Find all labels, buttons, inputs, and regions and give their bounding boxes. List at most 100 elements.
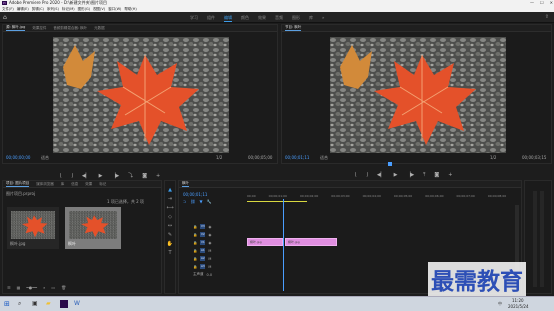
premiere-taskbar-icon[interactable] xyxy=(60,300,68,308)
lock-icon[interactable]: 🔒 xyxy=(193,233,197,237)
insert-icon[interactable]: ⤵ xyxy=(128,172,133,179)
add-button-icon[interactable]: + xyxy=(156,173,160,179)
lock-icon[interactable]: 🔒 xyxy=(193,257,197,261)
task-view-icon[interactable]: ▣ xyxy=(32,300,38,307)
program-timecode[interactable]: 00;00;01;11 xyxy=(285,155,309,160)
time-ruler[interactable]: 00;00 00;00;01;00 00;00;02;00 00;00;03;0… xyxy=(247,194,517,198)
mute-icon[interactable]: M xyxy=(208,257,211,261)
selection-tool-icon[interactable]: ▲ xyxy=(167,187,174,194)
camera-icon[interactable]: ◙ xyxy=(434,172,439,178)
play-icon[interactable]: ▶ xyxy=(99,173,103,179)
pen-tool-icon[interactable]: ✎ xyxy=(167,232,174,239)
workspace-tab-graphics[interactable]: 图形 xyxy=(292,15,300,22)
timeline-timecode[interactable]: 00;00;01;11 xyxy=(183,192,207,197)
word-taskbar-icon[interactable]: W xyxy=(74,300,80,307)
list-view-icon[interactable]: ☰ xyxy=(7,285,11,290)
clock-date[interactable]: 2021/5/24 xyxy=(508,304,529,309)
ime-indicator[interactable]: 中 xyxy=(498,301,502,307)
tab-effect-controls[interactable]: 效果控件 xyxy=(32,26,46,31)
lock-icon[interactable]: 🔒 xyxy=(193,225,197,229)
tab-markers[interactable]: 标记 xyxy=(99,182,106,187)
track-target-v1[interactable]: V1 xyxy=(200,240,206,245)
mark-in-icon[interactable]: ⌊ xyxy=(355,172,357,178)
project-item[interactable]: 枫叶.jpg xyxy=(7,207,59,249)
menu-sequence[interactable]: 序列(S) xyxy=(47,7,59,12)
playhead[interactable] xyxy=(283,199,284,291)
step-forward-icon[interactable]: ▕▶ xyxy=(111,173,119,179)
source-resolution-select[interactable]: 1/2 xyxy=(216,155,222,160)
lock-icon[interactable]: 🔒 xyxy=(193,265,197,269)
workspace-tab-effects[interactable]: 效果 xyxy=(258,15,266,22)
lock-icon[interactable]: 🔒 xyxy=(193,241,197,245)
timeline-clip[interactable]: 枫叶.jpg xyxy=(285,238,337,246)
tab-effects[interactable]: 效果 xyxy=(85,182,92,187)
work-area-bar[interactable] xyxy=(247,201,307,202)
workspace-tab-editing[interactable]: 编辑 xyxy=(224,15,232,22)
menu-help[interactable]: 帮助(H) xyxy=(124,7,136,12)
new-bin-icon[interactable]: ▭ xyxy=(51,285,55,290)
track-target-v3[interactable]: V3 xyxy=(200,224,206,229)
source-timecode[interactable]: 00;00;00;00 xyxy=(6,155,30,160)
windows-start-icon[interactable]: ⊞ xyxy=(4,300,10,308)
step-forward-icon[interactable]: ▕▶ xyxy=(406,172,414,178)
tab-source[interactable]: 源: 枫叶.jpg xyxy=(6,25,26,31)
file-explorer-icon[interactable]: ▰ xyxy=(46,300,51,307)
track-target-a2[interactable]: A2 xyxy=(200,256,206,261)
icon-view-icon[interactable]: ▦ xyxy=(17,285,21,290)
menu-graphics[interactable]: 图形(G) xyxy=(78,7,90,12)
workspace-tab-assembly[interactable]: 组件 xyxy=(207,15,215,22)
trash-icon[interactable]: 🗑 xyxy=(61,285,66,290)
track-select-tool-icon[interactable]: ⇥ xyxy=(167,196,174,203)
menu-window[interactable]: 窗口(W) xyxy=(108,7,121,12)
search-icon[interactable]: ⌕ xyxy=(43,285,45,290)
mark-in-icon[interactable]: ⌊ xyxy=(60,173,62,179)
program-resolution-select[interactable]: 1/2 xyxy=(490,155,496,160)
menu-file[interactable]: 文件(F) xyxy=(2,7,14,12)
mute-icon[interactable]: M xyxy=(208,265,211,269)
snap-icon[interactable]: ⊃ xyxy=(183,199,186,204)
project-item-selected[interactable]: 枫叶 xyxy=(65,207,121,249)
play-icon[interactable]: ▶ xyxy=(394,172,398,178)
settings-icon[interactable]: 🔧 xyxy=(207,199,212,204)
zoom-slider[interactable]: ━●━━ xyxy=(26,285,37,290)
lock-icon[interactable]: 🔒 xyxy=(193,249,197,253)
lift-icon[interactable]: ⤒ xyxy=(423,172,425,178)
linked-icon[interactable]: ⛓ xyxy=(190,199,195,204)
home-icon[interactable]: ⌂ xyxy=(3,14,7,21)
workspace-more-button[interactable]: » xyxy=(322,15,324,22)
razor-tool-icon[interactable]: ◇ xyxy=(167,214,174,221)
tab-sequence[interactable]: 枫叶 xyxy=(182,181,189,187)
type-tool-icon[interactable]: T xyxy=(167,250,174,257)
master-volume[interactable]: 0.0 xyxy=(207,273,213,277)
track-target-a1[interactable]: A1 xyxy=(200,248,206,253)
eye-icon[interactable]: ◉ xyxy=(208,233,211,237)
eye-icon[interactable]: ◉ xyxy=(208,241,211,245)
slip-tool-icon[interactable]: ↔ xyxy=(167,223,174,230)
minimize-button[interactable]: — xyxy=(530,0,534,5)
search-icon[interactable]: ⌕ xyxy=(18,300,21,308)
workspace-tab-color[interactable]: 颜色 xyxy=(241,15,249,22)
menu-edit[interactable]: 编辑(E) xyxy=(17,7,29,12)
program-fit-select[interactable]: 适合 xyxy=(320,155,328,161)
track-target-v2[interactable]: V2 xyxy=(200,232,206,237)
menu-clip[interactable]: 剪辑(C) xyxy=(32,7,44,12)
workspace-tab-audio[interactable]: 音频 xyxy=(275,15,283,22)
step-back-icon[interactable]: ◀▏ xyxy=(377,172,385,178)
mark-out-icon[interactable]: ⌋ xyxy=(71,173,73,179)
ripple-tool-icon[interactable]: ⟷ xyxy=(167,205,174,212)
share-icon[interactable]: ⇪ xyxy=(545,14,549,20)
tab-audio-mixer[interactable]: 音频剪辑混合器: 枫叶 xyxy=(53,26,87,31)
program-playhead-marker[interactable] xyxy=(388,162,392,166)
eye-icon[interactable]: ◉ xyxy=(208,225,211,229)
source-fit-select[interactable]: 适合 xyxy=(41,155,49,161)
marker-icon[interactable]: ▼ xyxy=(199,199,202,204)
step-back-icon[interactable]: ◀▏ xyxy=(82,173,90,179)
menu-marker[interactable]: 标记(M) xyxy=(62,7,75,12)
tab-libraries[interactable]: 库 xyxy=(61,182,65,187)
hand-tool-icon[interactable]: ✋ xyxy=(167,241,174,248)
workspace-tab-libraries[interactable]: 库 xyxy=(309,15,313,22)
mute-icon[interactable]: M xyxy=(208,249,211,253)
tab-info[interactable]: 信息 xyxy=(71,182,78,187)
timeline-clip[interactable]: 枫叶.jpg xyxy=(247,238,283,246)
tab-metadata[interactable]: 元数据 xyxy=(94,26,105,31)
